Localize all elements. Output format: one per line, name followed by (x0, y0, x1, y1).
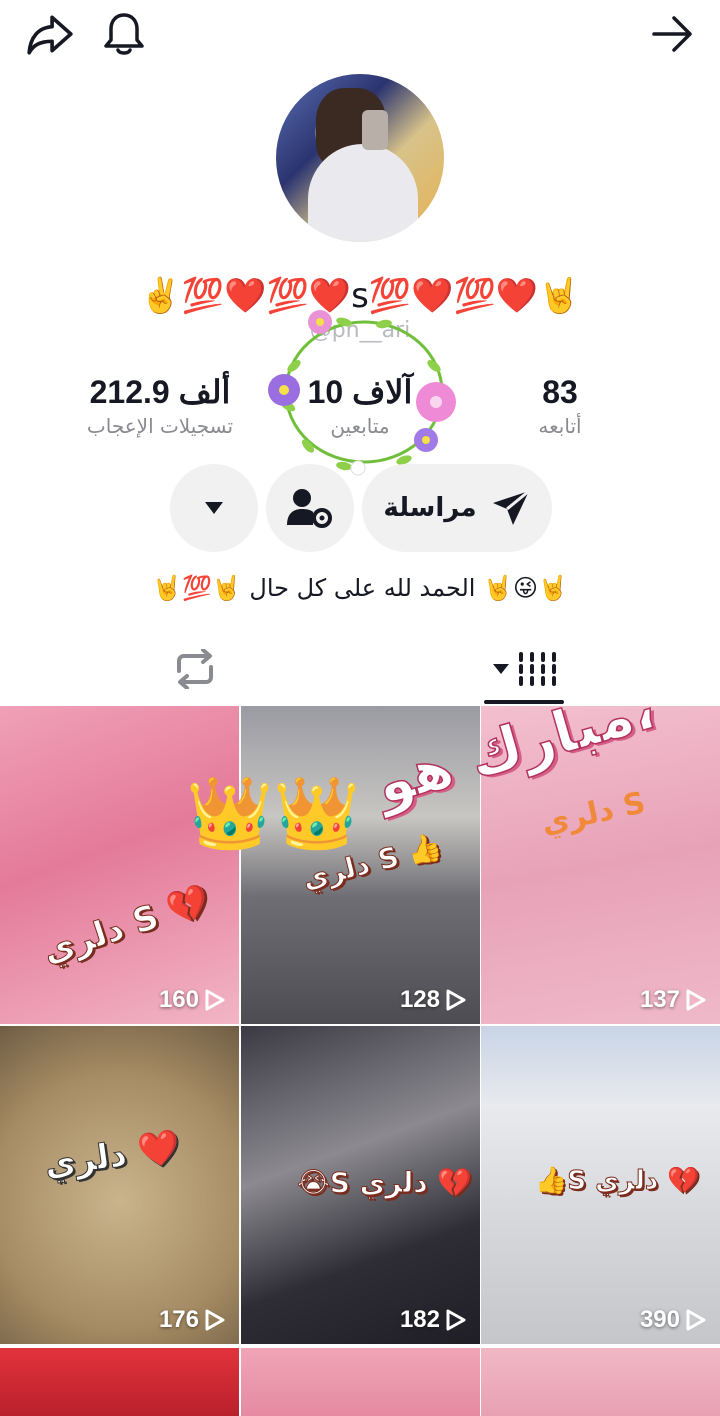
video-thumbnail[interactable] (241, 1348, 480, 1416)
profile-bio: 🤘💯🤘 الحمد لله على كل حال 🤘😜🤘 (152, 574, 568, 602)
view-count: 182 (400, 1306, 466, 1334)
stat-following[interactable]: 83 أتابعه (500, 372, 620, 440)
view-count-number: 137 (639, 986, 680, 1013)
followers-label: متابعين (330, 414, 390, 438)
repost-icon (177, 649, 213, 689)
play-icon (205, 989, 225, 1011)
tab-videos[interactable] (470, 632, 580, 706)
view-count: 176 (159, 1306, 225, 1334)
share-button[interactable] (22, 6, 78, 62)
person-settings-icon (287, 489, 332, 528)
stat-followers[interactable]: 10 آلاف متابعين (290, 372, 430, 440)
view-count: 390 (640, 1306, 706, 1334)
video-thumbnail[interactable] (0, 1348, 239, 1416)
view-count: 128 (400, 986, 466, 1014)
share-arrow-icon (27, 15, 73, 55)
arrow-right-icon (652, 16, 692, 52)
video-caption: دلري S 💔 (38, 880, 216, 973)
caret-down-icon (493, 664, 509, 674)
grid-lines-icon (519, 652, 556, 686)
video-caption: 👍S دلري 💔 (535, 1166, 701, 1197)
view-count-number: 128 (399, 986, 440, 1013)
more-dropdown-button[interactable] (170, 464, 258, 552)
view-count-number: 176 (158, 1306, 199, 1333)
play-icon (446, 989, 466, 1011)
video-thumbnail[interactable]: دلري ❤️ 176 (0, 1026, 239, 1344)
following-count: 83 (542, 374, 578, 410)
tab-reposts[interactable] (150, 632, 240, 706)
notifications-button[interactable] (96, 6, 152, 62)
video-caption: دلري ❤️ (41, 1126, 183, 1186)
view-count: 160 (159, 986, 225, 1014)
play-icon (446, 1309, 466, 1331)
video-thumbnail[interactable]: 😭S دلري 💔 182 (241, 1026, 480, 1344)
stat-likes[interactable]: 212.9 ألف تسجيلات الإعجاب (70, 372, 250, 440)
caret-down-icon (205, 502, 223, 514)
followers-count: 10 آلاف (307, 374, 413, 410)
likes-count: 212.9 ألف (89, 374, 231, 410)
view-count: 137 (640, 986, 706, 1014)
play-icon (205, 1309, 225, 1331)
video-thumbnail[interactable] (481, 1348, 720, 1416)
video-thumbnail[interactable]: دلري S 💔 160 (0, 706, 239, 1024)
likes-label: تسجيلات الإعجاب (86, 414, 234, 438)
message-button[interactable]: مراسلة (362, 464, 552, 552)
play-icon (686, 1309, 706, 1331)
following-label: أتابعه (538, 414, 582, 438)
avatar[interactable] (276, 74, 444, 242)
message-label: مراسلة (383, 493, 477, 523)
view-count-number: 160 (158, 986, 199, 1013)
play-icon (686, 989, 706, 1011)
back-button[interactable] (644, 6, 700, 62)
crown-sticker: 👑👑 (186, 772, 361, 854)
view-count-number: 390 (639, 1306, 680, 1333)
video-caption: 😭S دلري 💔 (296, 1166, 473, 1200)
video-caption: دلري S (538, 785, 649, 842)
friends-settings-button[interactable] (266, 464, 354, 552)
send-plane-icon (492, 489, 530, 525)
bell-icon (104, 13, 144, 55)
video-thumbnail[interactable]: 👍S دلري 💔 390 (481, 1026, 720, 1344)
view-count-number: 182 (399, 1306, 440, 1333)
